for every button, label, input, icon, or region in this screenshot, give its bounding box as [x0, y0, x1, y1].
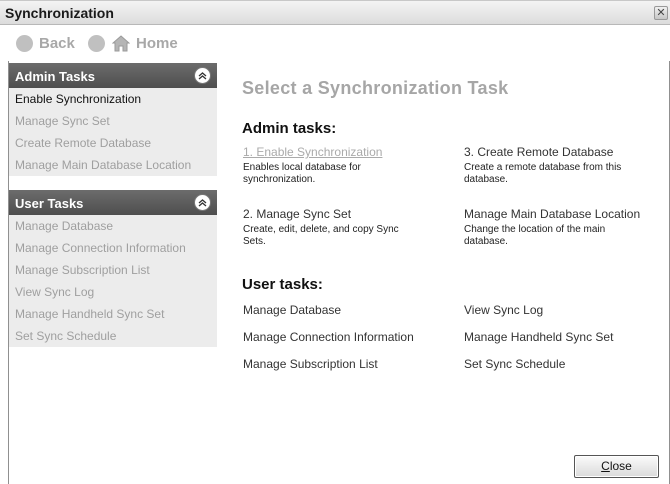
- title-bar: Synchronization ✕: [0, 0, 670, 25]
- task-description: Create, edit, delete, and copy Sync Sets…: [243, 224, 399, 247]
- page-title: Select a Synchronization Task: [242, 78, 509, 98]
- home-button[interactable]: Home: [112, 33, 178, 53]
- chevron-up-icon[interactable]: [194, 194, 211, 211]
- close-button[interactable]: Close: [574, 455, 659, 478]
- sidebar-item-manage-sync-set[interactable]: Manage Sync Set: [9, 110, 217, 132]
- forward-arrow-icon: [88, 34, 105, 52]
- sidebar-item-enable-synchronization[interactable]: Enable Synchronization: [9, 88, 217, 110]
- admin-task-enable-synchronization: 1. Enable Synchronization Enables local …: [243, 145, 448, 186]
- sidebar-item-manage-database[interactable]: Manage Database: [9, 215, 217, 237]
- user-tasks-panel: User Tasks Manage Database Manage Connec…: [9, 190, 217, 347]
- back-arrow-icon: [16, 34, 33, 52]
- create-remote-database-link[interactable]: 3. Create Remote Database: [464, 145, 669, 159]
- sidebar-item-manage-connection-information[interactable]: Manage Connection Information: [9, 237, 217, 259]
- window-title: Synchronization: [5, 5, 114, 21]
- close-button-label: lose: [609, 459, 632, 473]
- admin-task-manage-main-database-location: Manage Main Database Location Change the…: [464, 207, 669, 248]
- task-description: Enables local database for synchronizati…: [243, 162, 361, 185]
- sidebar-item-manage-handheld-sync-set[interactable]: Manage Handheld Sync Set: [9, 303, 217, 325]
- user-task-manage-database-link[interactable]: Manage Database: [243, 303, 341, 317]
- admin-tasks-header-label: Admin Tasks: [15, 69, 95, 84]
- sidebar-item-view-sync-log[interactable]: View Sync Log: [9, 281, 217, 303]
- user-task-manage-connection-information-link[interactable]: Manage Connection Information: [243, 330, 414, 344]
- sidebar-item-manage-subscription-list[interactable]: Manage Subscription List: [9, 259, 217, 281]
- sidebar-item-create-remote-database[interactable]: Create Remote Database: [9, 132, 217, 154]
- back-label: Back: [39, 34, 75, 52]
- forward-button[interactable]: [88, 33, 111, 53]
- chevron-up-icon[interactable]: [194, 67, 211, 84]
- home-label: Home: [136, 34, 178, 52]
- user-tasks-heading: User tasks:: [242, 276, 323, 293]
- back-button[interactable]: Back: [16, 33, 75, 53]
- close-button-mnemonic: C: [601, 459, 610, 473]
- home-icon: [112, 34, 130, 51]
- user-tasks-header-label: User Tasks: [15, 196, 84, 211]
- user-task-manage-subscription-list-link[interactable]: Manage Subscription List: [243, 357, 378, 371]
- user-task-set-sync-schedule-link[interactable]: Set Sync Schedule: [464, 357, 565, 371]
- task-description: Create a remote database from this datab…: [464, 162, 622, 185]
- task-description: Change the location of the main database…: [464, 224, 606, 247]
- user-tasks-header[interactable]: User Tasks: [9, 190, 217, 215]
- user-task-manage-handheld-sync-set-link[interactable]: Manage Handheld Sync Set: [464, 330, 613, 344]
- admin-tasks-header[interactable]: Admin Tasks: [9, 63, 217, 88]
- admin-tasks-heading: Admin tasks:: [242, 120, 337, 137]
- enable-synchronization-link[interactable]: 1. Enable Synchronization: [243, 145, 448, 159]
- window-close-button[interactable]: ✕: [654, 6, 668, 20]
- user-task-view-sync-log-link[interactable]: View Sync Log: [464, 303, 543, 317]
- manage-sync-set-link[interactable]: 2. Manage Sync Set: [243, 207, 448, 221]
- sidebar-item-manage-main-database-location[interactable]: Manage Main Database Location: [9, 154, 217, 176]
- admin-tasks-panel: Admin Tasks Enable Synchronization Manag…: [9, 63, 217, 176]
- admin-task-manage-sync-set: 2. Manage Sync Set Create, edit, delete,…: [243, 207, 448, 248]
- admin-task-create-remote-database: 3. Create Remote Database Create a remot…: [464, 145, 669, 186]
- navigation-bar: Back Home: [0, 25, 670, 61]
- manage-main-database-location-link[interactable]: Manage Main Database Location: [464, 207, 669, 221]
- sidebar-item-set-sync-schedule[interactable]: Set Sync Schedule: [9, 325, 217, 347]
